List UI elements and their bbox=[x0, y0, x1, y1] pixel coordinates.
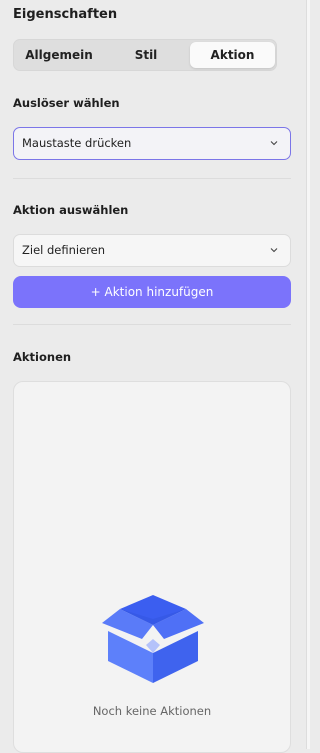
action-select-label: Aktion auswählen bbox=[13, 203, 129, 217]
add-action-button[interactable]: + Aktion hinzufügen bbox=[13, 276, 291, 308]
action-select-value: Ziel definieren bbox=[22, 243, 106, 257]
action-select[interactable]: Ziel definieren bbox=[13, 234, 291, 267]
tab-stil[interactable]: Stil bbox=[102, 42, 190, 68]
scrollbar[interactable] bbox=[306, 0, 310, 749]
open-box-icon bbox=[102, 595, 204, 683]
trigger-select[interactable]: Maustaste drücken bbox=[13, 127, 291, 160]
actions-list: Noch keine Aktionen bbox=[13, 381, 291, 753]
actions-label: Aktionen bbox=[13, 350, 72, 364]
trigger-select-value: Maustaste drücken bbox=[22, 136, 132, 150]
tab-aktion[interactable]: Aktion bbox=[190, 42, 275, 68]
tab-allgemein[interactable]: Allgemein bbox=[16, 42, 102, 68]
section-divider bbox=[13, 178, 291, 179]
empty-state-text: Noch keine Aktionen bbox=[92, 704, 212, 718]
section-divider bbox=[13, 324, 291, 325]
chevron-down-icon bbox=[270, 141, 278, 146]
trigger-label: Auslöser wählen bbox=[13, 96, 120, 110]
panel-title: Eigenschaften bbox=[13, 7, 118, 22]
chevron-down-icon bbox=[270, 248, 278, 253]
properties-panel: Eigenschaften Allgemein Stil Aktion Ausl… bbox=[0, 0, 310, 753]
tab-bar: Allgemein Stil Aktion bbox=[13, 39, 277, 71]
